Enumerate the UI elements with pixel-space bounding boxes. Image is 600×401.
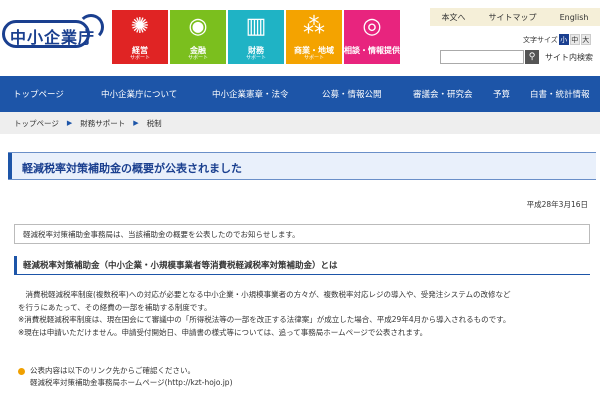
site-search: ⚲ サイト内検索 — [440, 50, 593, 64]
link-intro-row: 公表内容は以下のリンク先からご確認ください。 — [18, 365, 233, 377]
category-label: 金融 — [190, 46, 206, 55]
breadcrumb-tax[interactable]: 税制 — [147, 118, 162, 129]
category-sub: サポート — [187, 55, 208, 61]
global-nav: トップページ 中小企業庁について 中小企業憲章・法令 公募・情報公開 審議会・研… — [0, 76, 600, 112]
nav-item-budget[interactable]: 予算 — [493, 88, 510, 100]
title-accent-bar — [8, 153, 12, 179]
breadcrumb-arrow-icon: ▶ — [133, 119, 139, 127]
nav-item-councils[interactable]: 審議会・研究会 — [413, 88, 473, 100]
body-paragraph: 消費税軽減税率制度(複数税率)への対応が必要となる中小企業・小規模事業者の方々が… — [18, 290, 511, 299]
link-section: 公表内容は以下のリンク先からご確認ください。 軽減税率対策補助金事務局ホームペー… — [18, 365, 233, 389]
office-homepage-link[interactable]: 軽減税率対策補助金事務局ホームページ(http://kzt-hojo.jp) — [30, 377, 233, 389]
category-label: 経営 — [132, 46, 148, 55]
search-icon[interactable]: ⚲ — [525, 50, 539, 64]
chart-icon: ▥ — [245, 14, 267, 39]
category-label: 相談・情報提供 — [344, 46, 400, 55]
category-sub: サポート — [245, 55, 266, 61]
coins-icon: ◉ — [188, 14, 208, 39]
utility-links: 本文へ サイトマップ English — [430, 8, 600, 26]
category-label: 商業・地域 — [294, 46, 334, 55]
sitemap-link[interactable]: サイトマップ — [489, 12, 537, 23]
nav-item-top[interactable]: トップページ — [13, 88, 64, 100]
link-intro: 公表内容は以下のリンク先からご確認ください。 — [30, 366, 195, 375]
section-heading: 軽減税率対策補助金（中小企業・小規模事業者等消費税軽減税率対策補助金）とは — [14, 256, 590, 275]
publish-date: 平成28年3月16日 — [526, 200, 588, 209]
category-management[interactable]: ✺ 経営 サポート — [112, 10, 168, 64]
breadcrumb: トップページ ▶ 財務サポート ▶ 税制 — [0, 112, 600, 134]
page-title: 軽減税率対策補助金の概要が公表されました — [22, 162, 242, 175]
category-label: 財務 — [248, 46, 264, 55]
font-size-large-button[interactable]: 大 — [580, 34, 591, 45]
body-paragraph: ※現在は申請いただけません。申請受付開始日、申請書の様式等については、追って事務… — [18, 327, 428, 337]
nav-item-white-paper[interactable]: 白書・統計情報 — [530, 88, 590, 100]
category-commerce-region[interactable]: ⁂ 商業・地域 サポート — [286, 10, 342, 64]
breadcrumb-top[interactable]: トップページ — [14, 118, 59, 129]
body-text: 消費税軽減税率制度(複数税率)への対応が必要となる中小企業・小規模事業者の方々が… — [18, 289, 598, 339]
site-header: 中小企業庁 ✺ 経営 サポート ◉ 金融 サポート ▥ 財務 サポート ⁂ 商業… — [0, 0, 600, 76]
network-icon: ⁂ — [303, 14, 325, 39]
nav-item-public-info[interactable]: 公募・情報公開 — [322, 88, 382, 100]
category-consultation[interactable]: ◎ 相談・情報提供 — [344, 10, 400, 64]
english-link[interactable]: English — [560, 13, 589, 22]
category-sub: サポート — [303, 55, 324, 61]
search-label: サイト内検索 — [545, 52, 593, 62]
site-logo[interactable]: 中小企業庁 — [2, 14, 104, 54]
breadcrumb-arrow-icon: ▶ — [66, 119, 73, 127]
signal-icon: ◎ — [362, 14, 382, 39]
font-size-small-button[interactable]: 小 — [558, 34, 569, 45]
notice-text: 軽減税率対策補助金事務局は、当該補助金の概要を公表したのでお知らせします。 — [23, 229, 300, 239]
category-accounting[interactable]: ▥ 財務 サポート — [228, 10, 284, 64]
search-input[interactable] — [440, 50, 524, 64]
skip-to-content-link[interactable]: 本文へ — [442, 12, 466, 23]
breadcrumb-finance-support[interactable]: 財務サポート — [80, 118, 125, 129]
bullet-icon — [18, 367, 25, 375]
body-paragraph: を行うにあたって、その経費の一部を補助する制度です。 — [18, 302, 212, 312]
font-size-label: 文字サイズ — [523, 35, 558, 44]
nav-item-charter[interactable]: 中小企業憲章・法令 — [212, 88, 289, 100]
body-paragraph: ※消費税軽減税率制度は、現在国会にて審議中の「所得税法等の一部を改正する法律案」… — [18, 315, 511, 324]
page-title-box: 軽減税率対策補助金の概要が公表されました — [8, 152, 596, 180]
category-sub: サポート — [129, 55, 150, 61]
logo-text: 中小企業庁 — [10, 28, 96, 47]
link-row: 軽減税率対策補助金事務局ホームページ(http://kzt-hojo.jp) — [18, 377, 233, 389]
font-size-medium-button[interactable]: 中 — [569, 34, 580, 45]
spiral-icon: ✺ — [130, 14, 150, 39]
notice-box: 軽減税率対策補助金事務局は、当該補助金の概要を公表したのでお知らせします。 — [14, 224, 590, 244]
category-finance[interactable]: ◉ 金融 サポート — [170, 10, 226, 64]
nav-item-about[interactable]: 中小企業庁について — [101, 88, 177, 100]
font-size-control: 文字サイズ 小 中 大 — [523, 34, 591, 45]
